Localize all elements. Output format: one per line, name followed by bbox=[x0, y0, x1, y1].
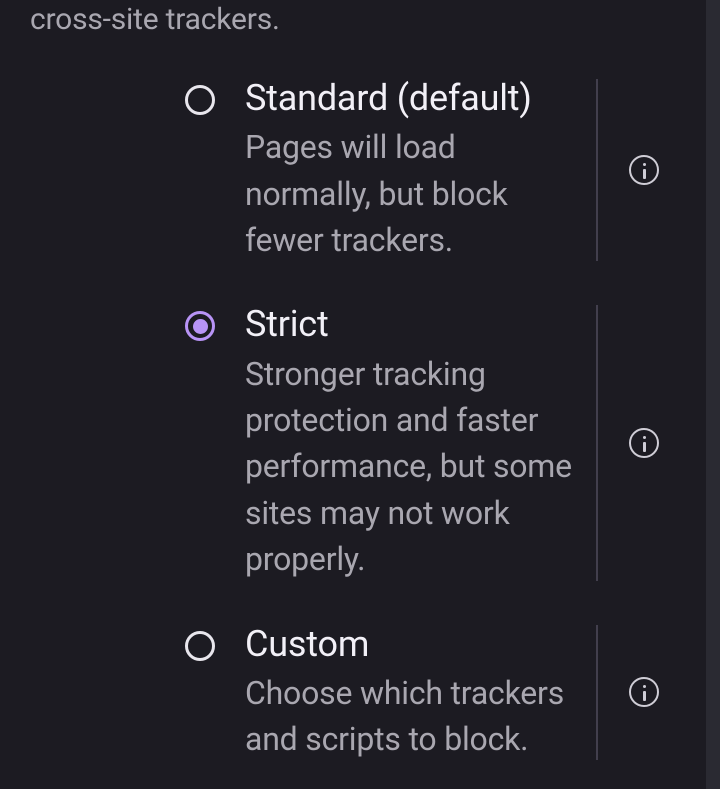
text-col: Strict Stronger tracking protection and … bbox=[245, 303, 596, 582]
option-desc-strict: Stronger tracking protection and faster … bbox=[245, 351, 578, 583]
tracking-protection-settings: cross-site trackers. Standard (default) … bbox=[0, 0, 720, 762]
info-icon[interactable] bbox=[629, 677, 659, 707]
radio-custom[interactable] bbox=[185, 631, 215, 661]
intro-text: cross-site trackers. bbox=[30, 0, 690, 39]
option-desc-custom: Choose which trackers and scripts to blo… bbox=[245, 670, 578, 763]
info-icon[interactable] bbox=[629, 428, 659, 458]
radio-inner-selected bbox=[193, 319, 208, 334]
text-col: Standard (default) Pages will load norma… bbox=[245, 77, 596, 263]
option-title-custom: Custom bbox=[245, 623, 578, 666]
info-col bbox=[598, 303, 690, 582]
option-strict[interactable]: Strict Stronger tracking protection and … bbox=[30, 303, 690, 582]
option-title-strict: Strict bbox=[245, 303, 578, 346]
text-col: Custom Choose which trackers and scripts… bbox=[245, 623, 596, 763]
radio-col bbox=[30, 623, 245, 763]
option-standard[interactable]: Standard (default) Pages will load norma… bbox=[30, 77, 690, 263]
scrollbar-track[interactable] bbox=[706, 0, 720, 789]
info-col bbox=[598, 623, 690, 763]
radio-standard[interactable] bbox=[185, 85, 215, 115]
radio-col bbox=[30, 303, 245, 582]
option-desc-standard: Pages will load normally, but block fewe… bbox=[245, 124, 578, 263]
radio-strict[interactable] bbox=[185, 311, 215, 341]
option-title-standard: Standard (default) bbox=[245, 77, 578, 120]
option-custom[interactable]: Custom Choose which trackers and scripts… bbox=[30, 623, 690, 763]
radio-col bbox=[30, 77, 245, 263]
info-col bbox=[598, 77, 690, 263]
info-icon[interactable] bbox=[629, 155, 659, 185]
